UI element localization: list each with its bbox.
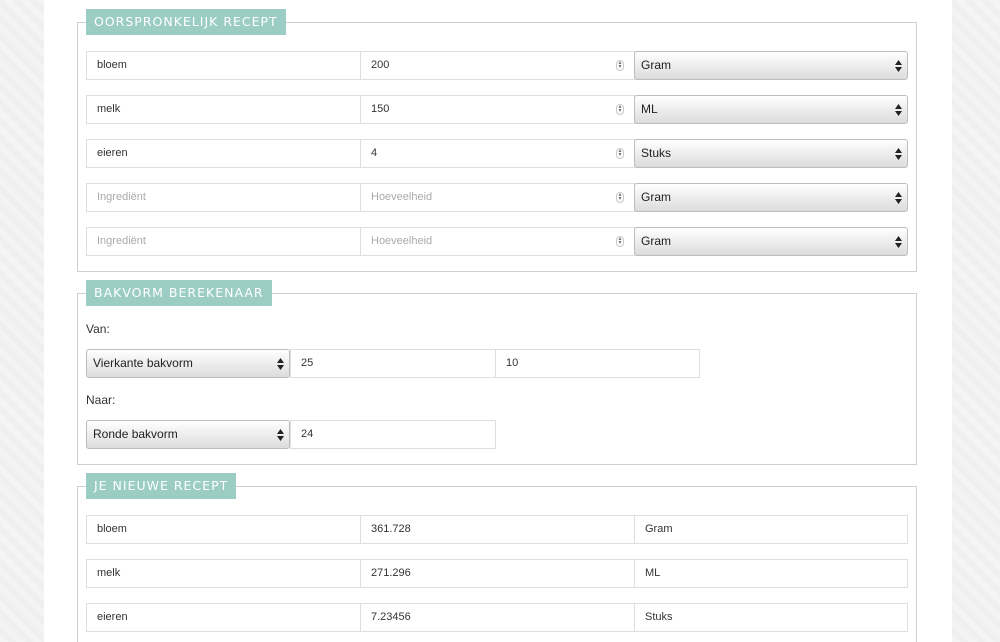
amount-value: 150 bbox=[371, 103, 390, 115]
to-shape-value: Ronde bakvorm bbox=[93, 427, 178, 441]
select-arrows-icon bbox=[895, 60, 902, 72]
amount-input[interactable]: 200 ▴ ▾ bbox=[360, 51, 635, 80]
from-dim2-input[interactable]: 10 bbox=[495, 349, 700, 378]
stepper-icon[interactable]: ▴ ▾ bbox=[616, 192, 624, 203]
unit-value: Gram bbox=[641, 58, 671, 72]
to-label: Naar: bbox=[86, 393, 116, 407]
select-arrows-icon bbox=[895, 236, 902, 248]
amount-input[interactable]: Hoeveelheid ▴ ▾ bbox=[360, 227, 635, 256]
unit-value: Gram bbox=[641, 234, 671, 248]
ingredient-input[interactable]: Ingrediënt bbox=[86, 227, 361, 256]
stepper-icon[interactable]: ▴ ▾ bbox=[616, 60, 624, 71]
from-shape-value: Vierkante bakvorm bbox=[93, 356, 193, 370]
result-amount-field: 7.23456 bbox=[360, 603, 635, 632]
amount-input[interactable]: 150 ▴ ▾ bbox=[360, 95, 635, 124]
unit-select[interactable]: Gram bbox=[634, 51, 908, 80]
unit-value: Gram bbox=[641, 190, 671, 204]
result-amount-field: 271.296 bbox=[360, 559, 635, 588]
background-pattern-left bbox=[0, 0, 44, 642]
ingredient-input[interactable]: eieren bbox=[86, 139, 361, 168]
unit-value: ML bbox=[641, 102, 658, 116]
unit-value: Stuks bbox=[641, 146, 672, 160]
result-ingredient-field: melk bbox=[86, 559, 361, 588]
original-recipe-section: OORSPRONKELIJK RECEPT bloem 200 ▴ ▾ Gram melk… bbox=[77, 9, 917, 272]
to-shape-select[interactable]: Ronde bakvorm bbox=[86, 420, 290, 449]
ingredient-input[interactable]: melk bbox=[86, 95, 361, 124]
amount-value: Hoeveelheid bbox=[371, 235, 433, 247]
select-arrows-icon bbox=[277, 358, 284, 370]
amount-input[interactable]: Hoeveelheid ▴ ▾ bbox=[360, 183, 635, 212]
stepper-icon[interactable]: ▴ ▾ bbox=[616, 148, 624, 159]
result-unit-field: Stuks bbox=[634, 603, 908, 632]
amount-value: Hoeveelheid bbox=[371, 191, 433, 203]
result-unit-field: ML bbox=[634, 559, 908, 588]
stepper-icon[interactable]: ▴ ▾ bbox=[616, 236, 624, 247]
unit-select[interactable]: Gram bbox=[634, 183, 908, 212]
select-arrows-icon bbox=[895, 192, 902, 204]
amount-input[interactable]: 4 ▴ ▾ bbox=[360, 139, 635, 168]
select-arrows-icon bbox=[895, 104, 902, 116]
stepper-icon[interactable]: ▴ ▾ bbox=[616, 104, 624, 115]
background-pattern-right bbox=[952, 0, 1000, 642]
ingredient-input[interactable]: Ingrediënt bbox=[86, 183, 361, 212]
unit-select[interactable]: Gram bbox=[634, 227, 908, 256]
result-unit-field: Gram bbox=[634, 515, 908, 544]
new-recipe-legend: JE NIEUWE RECEPT bbox=[86, 473, 237, 499]
unit-select[interactable]: ML bbox=[634, 95, 908, 124]
from-label: Van: bbox=[86, 322, 110, 336]
pan-calculator-section: BAKVORM BEREKENAAR Van: Vierkante bakvor… bbox=[77, 280, 917, 465]
result-ingredient-field: eieren bbox=[86, 603, 361, 632]
result-ingredient-field: bloem bbox=[86, 515, 361, 544]
ingredient-input[interactable]: bloem bbox=[86, 51, 361, 80]
select-arrows-icon bbox=[895, 148, 902, 160]
unit-select[interactable]: Stuks bbox=[634, 139, 908, 168]
from-shape-select[interactable]: Vierkante bakvorm bbox=[86, 349, 290, 378]
to-dim1-input[interactable]: 24 bbox=[290, 420, 496, 449]
amount-value: 4 bbox=[371, 147, 378, 159]
new-recipe-section: JE NIEUWE RECEPT bloem 361.728 Gram melk 271… bbox=[77, 473, 917, 642]
select-arrows-icon bbox=[277, 429, 284, 441]
amount-value: 200 bbox=[371, 59, 390, 71]
original-recipe-legend: OORSPRONKELIJK RECEPT bbox=[86, 9, 286, 35]
result-amount-field: 361.728 bbox=[360, 515, 635, 544]
from-dim1-input[interactable]: 25 bbox=[290, 349, 496, 378]
pan-calculator-legend: BAKVORM BEREKENAAR bbox=[86, 280, 272, 306]
